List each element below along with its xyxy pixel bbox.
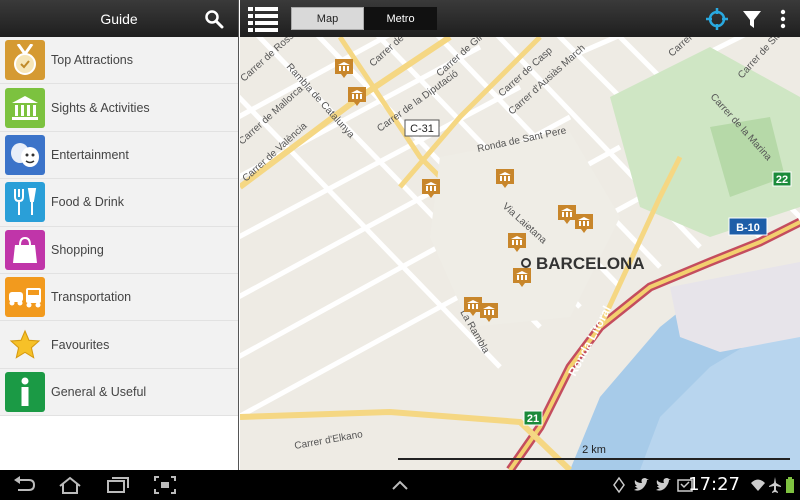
theater-masks-icon bbox=[5, 134, 45, 175]
sidebar-header: Guide bbox=[0, 0, 238, 37]
back-icon[interactable] bbox=[12, 476, 36, 494]
attraction-pin[interactable] bbox=[335, 59, 353, 78]
bus-car-icon bbox=[5, 277, 45, 318]
map-panel: Map Metro C-31 B-10 22 21 BARCELONA Carr… bbox=[240, 0, 800, 470]
menu-item-label: Sights & Activities bbox=[51, 100, 150, 115]
street-label: Carrer d'Elkano bbox=[294, 429, 364, 452]
screenshot-icon[interactable] bbox=[154, 476, 176, 494]
exit-sign-label: 22 bbox=[776, 174, 788, 186]
shopping-bag-icon bbox=[5, 229, 45, 270]
twitter-icon bbox=[656, 478, 671, 491]
road-shield-b10: B-10 bbox=[728, 217, 768, 236]
category-menu: Top Attractions Sights & Activities Ente… bbox=[0, 37, 238, 417]
menu-item-label: Favourites bbox=[51, 337, 110, 352]
recent-apps-icon[interactable] bbox=[106, 476, 130, 494]
menu-item-label: Food & Drink bbox=[51, 195, 124, 210]
port-area bbox=[670, 262, 800, 352]
road-shield-c31: C-31 bbox=[404, 119, 440, 137]
menu-item-label: General & Useful bbox=[51, 384, 147, 399]
menu-item-top-attractions[interactable]: Top Attractions bbox=[0, 37, 238, 85]
menu-item-entertainment[interactable]: Entertainment bbox=[0, 131, 238, 180]
map-scale-bar: 2 km bbox=[398, 444, 790, 460]
locate-icon[interactable] bbox=[706, 8, 728, 30]
view-switcher: Map Metro bbox=[291, 7, 437, 30]
gps-icon bbox=[613, 476, 625, 494]
guide-sidebar: Guide Top Attractions Sights & Activitie… bbox=[0, 0, 239, 470]
tab-map[interactable]: Map bbox=[291, 7, 364, 30]
city-label: BARCELONA bbox=[536, 254, 645, 273]
home-icon[interactable] bbox=[58, 476, 82, 494]
list-view-icon[interactable] bbox=[248, 5, 278, 32]
road-shield-label: C-31 bbox=[410, 123, 434, 135]
menu-item-general-useful[interactable]: General & Useful bbox=[0, 368, 238, 417]
status-clock: 17:27 bbox=[688, 474, 740, 495]
map-toolbar: Map Metro bbox=[240, 0, 800, 37]
menu-item-favourites[interactable]: Favourites bbox=[0, 321, 238, 369]
twitter-icon bbox=[634, 478, 649, 491]
search-icon[interactable] bbox=[204, 9, 224, 29]
menu-item-label: Top Attractions bbox=[51, 53, 133, 68]
road-shield-label: B-10 bbox=[736, 222, 760, 234]
sidebar-title: Guide bbox=[100, 10, 138, 27]
museum-icon bbox=[5, 87, 45, 128]
more-options-icon[interactable] bbox=[772, 8, 794, 30]
airplane-icon bbox=[769, 477, 781, 493]
filter-icon[interactable] bbox=[741, 8, 763, 30]
exit-sign-22: 22 bbox=[772, 171, 792, 187]
map-canvas[interactable]: C-31 B-10 22 21 BARCELONA Carrer de Balm… bbox=[240, 37, 800, 470]
star-icon bbox=[5, 325, 45, 365]
menu-item-food-drink[interactable]: Food & Drink bbox=[0, 179, 238, 227]
chevron-up-icon[interactable] bbox=[390, 476, 410, 494]
tab-metro[interactable]: Metro bbox=[364, 7, 437, 30]
street-label: Carrer de Sicília bbox=[736, 37, 792, 81]
fork-knife-icon bbox=[5, 182, 45, 223]
system-navigation-bar: 17:27 bbox=[0, 470, 800, 500]
menu-item-sights-activities[interactable]: Sights & Activities bbox=[0, 84, 238, 132]
medal-icon bbox=[5, 40, 45, 81]
app-window: Guide Top Attractions Sights & Activitie… bbox=[0, 0, 800, 470]
menu-item-label: Transportation bbox=[51, 290, 132, 305]
info-icon bbox=[5, 371, 45, 412]
street-label: Ronda Litoral bbox=[565, 304, 614, 379]
menu-item-label: Shopping bbox=[51, 242, 104, 257]
battery-icon bbox=[786, 477, 794, 493]
menu-item-transportation[interactable]: Transportation bbox=[0, 273, 238, 322]
exit-sign-label: 21 bbox=[527, 413, 539, 425]
wifi-icon bbox=[751, 479, 765, 491]
map-view[interactable]: C-31 B-10 22 21 BARCELONA Carrer de Balm… bbox=[240, 37, 800, 470]
exit-sign-21: 21 bbox=[523, 410, 543, 426]
menu-item-label: Entertainment bbox=[51, 147, 129, 162]
menu-item-shopping[interactable]: Shopping bbox=[0, 226, 238, 274]
